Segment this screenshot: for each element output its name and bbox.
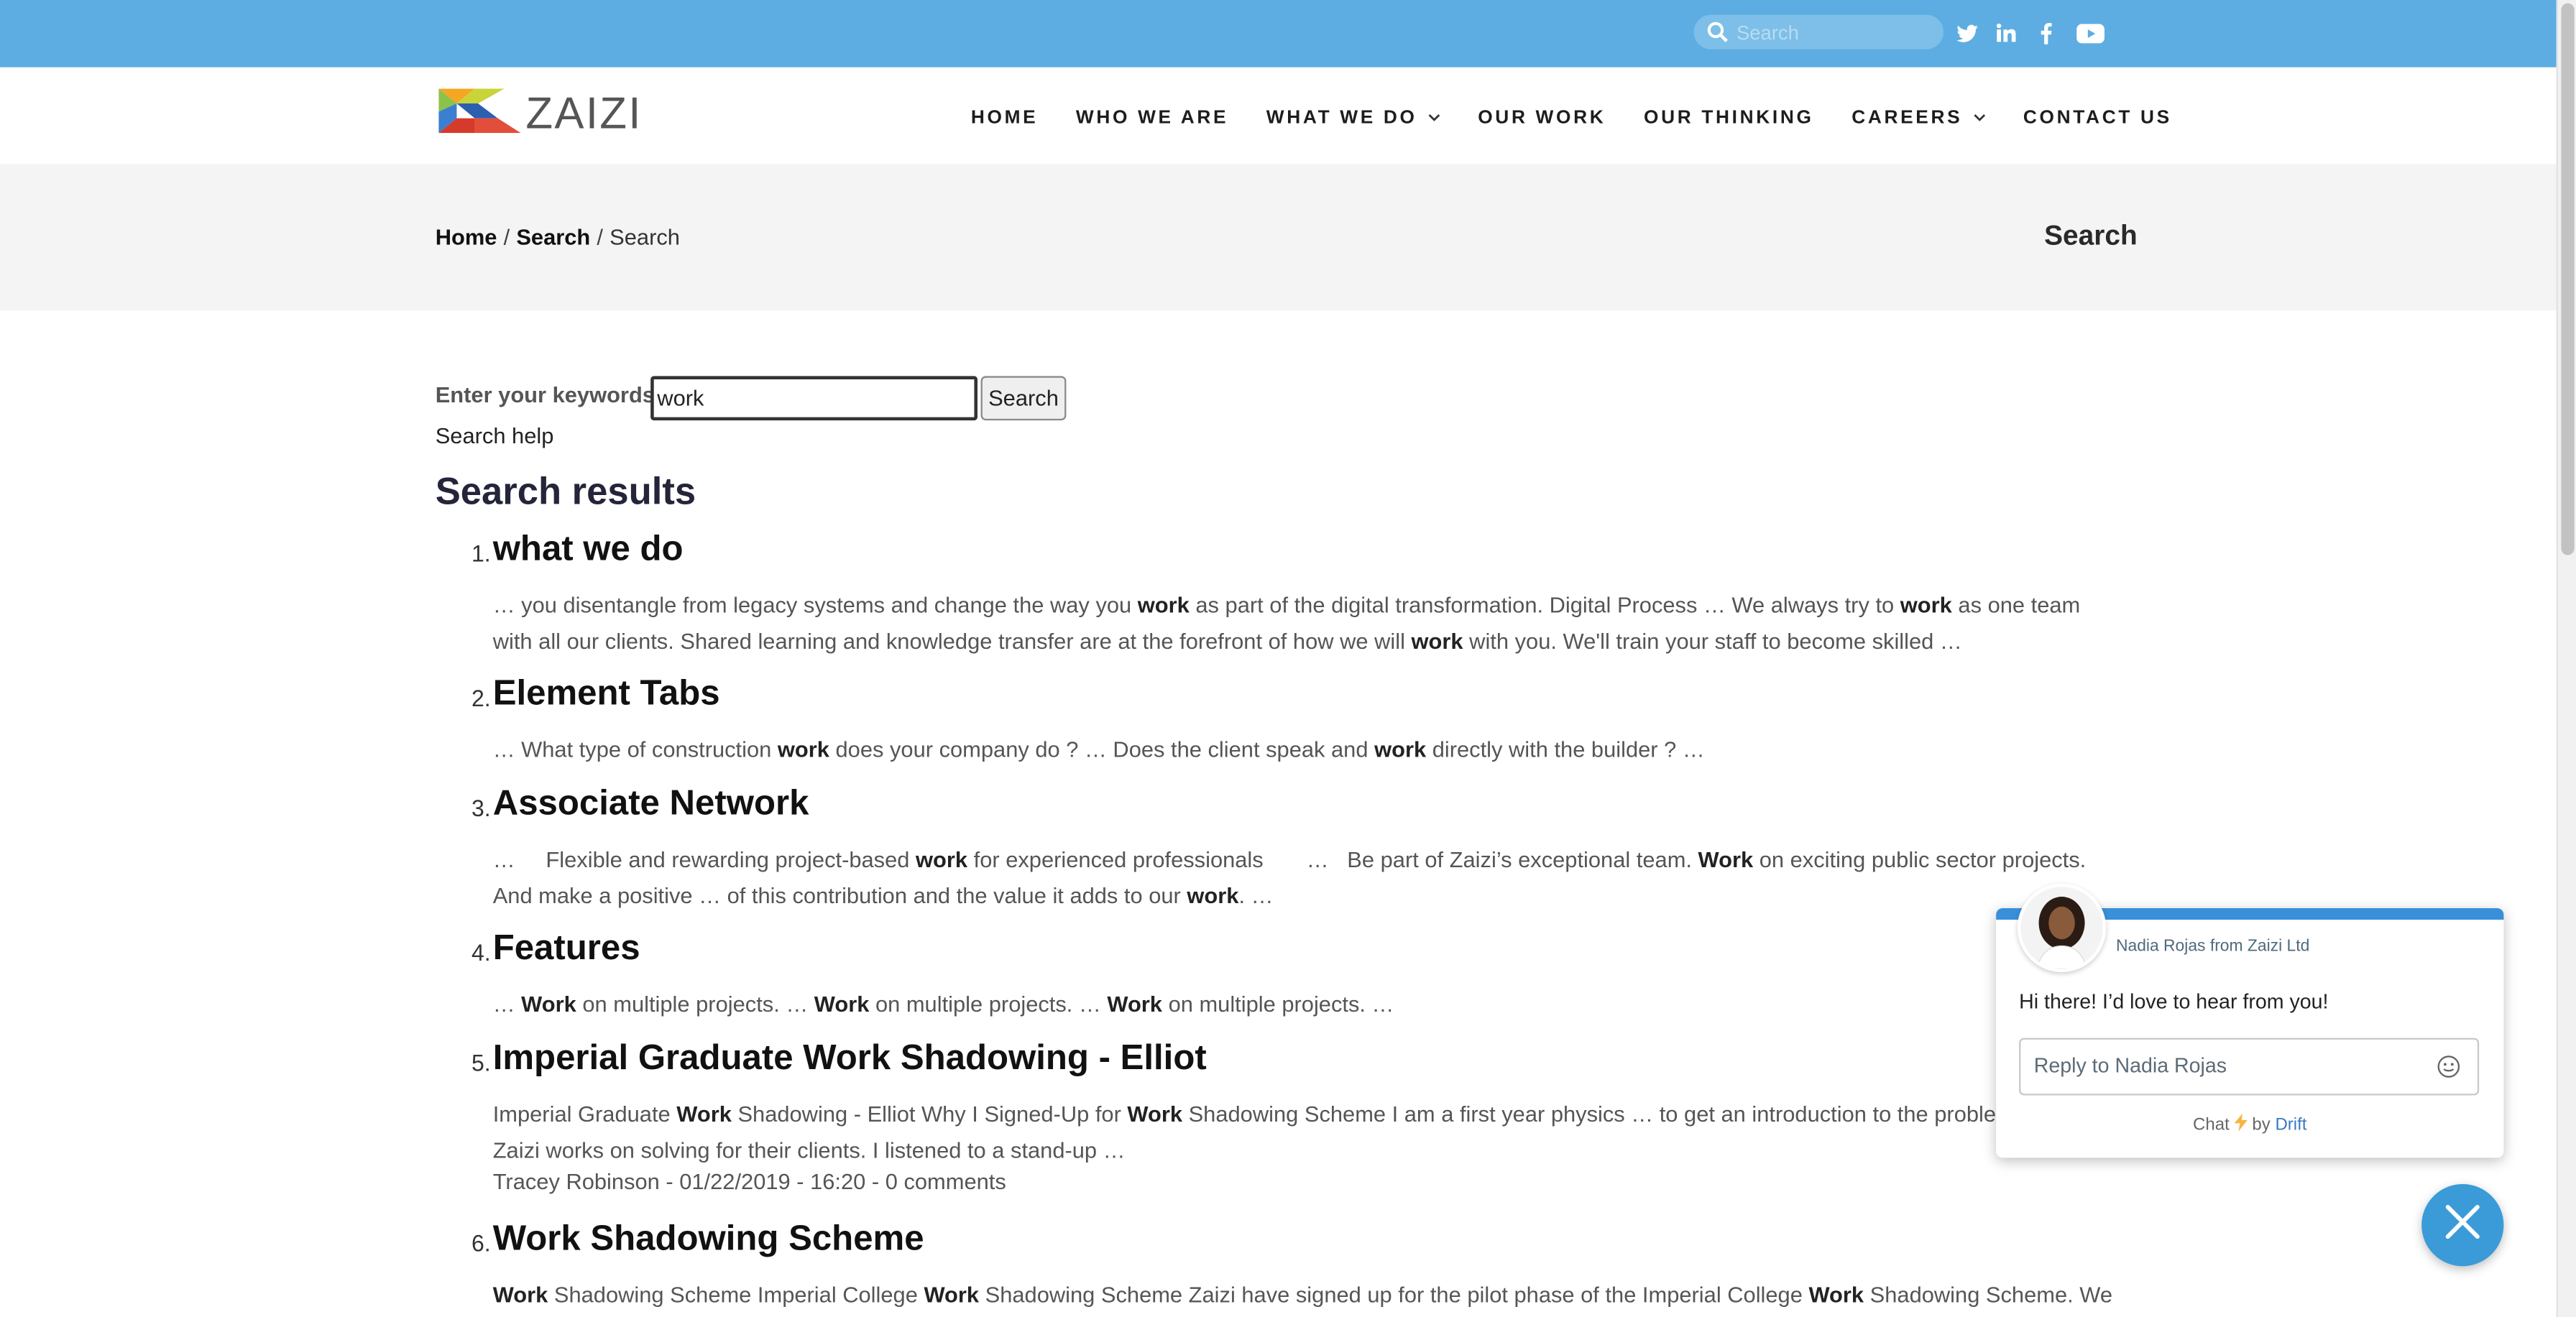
drift-link[interactable]: Drift xyxy=(2275,1115,2306,1135)
powered-prefix: Chat xyxy=(2193,1114,2230,1135)
chat-greeting: Hi there! I’d love to hear from you! xyxy=(2019,990,2329,1014)
youtube-icon[interactable] xyxy=(2075,19,2104,46)
search-help-link[interactable]: Search help xyxy=(436,424,554,448)
breadcrumb-home[interactable]: Home xyxy=(436,225,497,249)
result-title-link[interactable]: Element Tabs xyxy=(493,673,720,714)
linkedin-icon[interactable] xyxy=(1995,19,2018,46)
chevron-down-icon xyxy=(1972,108,1985,128)
result-title-link[interactable]: Features xyxy=(493,928,640,969)
chevron-down-icon xyxy=(1427,108,1440,128)
twitter-icon[interactable] xyxy=(1955,19,1978,46)
breadcrumb: Home / Search / Search xyxy=(436,225,680,249)
breadcrumb-band xyxy=(0,164,2557,310)
zaizi-logo[interactable]: ZAIZI xyxy=(438,88,678,138)
result-snippet: Work Shadowing Scheme Imperial College W… xyxy=(492,1283,2113,1308)
result-meta: Tracey Robinson - 01/22/2019 - 16:20 - 0… xyxy=(492,1169,1006,1194)
result-number: 1. xyxy=(471,540,491,567)
result-snippet: … Flexible and rewarding project-based w… xyxy=(492,847,2087,908)
result-snippet: … Work on multiple projects. … Work on m… xyxy=(492,992,1394,1017)
powered-by-drift: Chat by Drift xyxy=(1996,1113,2503,1135)
result-snippet: … What type of construction work does yo… xyxy=(492,737,1705,762)
result-snippet: Imperial Graduate Work Shadowing - Ellio… xyxy=(492,1101,2069,1163)
nav-our-work[interactable]: OUR WORK xyxy=(1478,107,1606,130)
result-title-link[interactable]: Work Shadowing Scheme xyxy=(493,1219,924,1260)
close-icon xyxy=(2444,1203,2480,1247)
chat-close-button[interactable] xyxy=(2421,1183,2504,1267)
page-root: ZAIZI HOME WHO WE ARE WHAT WE DO OUR WOR… xyxy=(0,0,2576,1317)
nav-what-we-do-label: WHAT WE DO xyxy=(1266,108,1417,129)
result-snippet: … you disentangle from legacy systems an… xyxy=(492,593,2081,654)
nav-our-work-label: OUR WORK xyxy=(1478,108,1606,129)
result-number: 2. xyxy=(471,685,491,711)
breadcrumb-search[interactable]: Search xyxy=(516,225,590,249)
keywords-input[interactable] xyxy=(650,376,978,421)
result-number: 5. xyxy=(471,1049,491,1076)
result-title-link[interactable]: Imperial Graduate Work Shadowing - Ellio… xyxy=(493,1038,1207,1079)
nav-what-we-do[interactable]: WHAT WE DO xyxy=(1266,107,1440,130)
top-search[interactable] xyxy=(1693,14,1944,51)
search-button[interactable]: Search xyxy=(980,376,1067,421)
breadcrumb-current: Search xyxy=(610,225,680,250)
scrollbar[interactable] xyxy=(2556,0,2576,1317)
breadcrumb-separator: / xyxy=(503,225,510,250)
result-title-link[interactable]: what we do xyxy=(493,529,684,570)
chat-reply-box[interactable] xyxy=(2019,1038,2480,1096)
result-number: 4. xyxy=(471,939,491,966)
result-number: 3. xyxy=(471,795,491,821)
main-nav: HOME WHO WE ARE WHAT WE DO OUR WORK OUR … xyxy=(971,107,2210,130)
nav-who-we-are[interactable]: WHO WE ARE xyxy=(1076,107,1228,130)
nav-careers-label: CAREERS xyxy=(1852,108,1963,129)
top-search-input[interactable] xyxy=(1736,18,1931,46)
emoji-icon[interactable] xyxy=(2437,1054,2461,1087)
results-heading: Search results xyxy=(435,469,696,513)
nav-contact-us[interactable]: CONTACT US xyxy=(2023,107,2172,130)
nav-our-thinking[interactable]: OUR THINKING xyxy=(1644,107,1814,130)
top-bar xyxy=(0,0,2557,68)
keywords-label: Enter your keywords xyxy=(435,382,655,407)
powered-by: by xyxy=(2252,1114,2271,1135)
chat-widget: Nadia Rojas from Zaizi Ltd Hi there! I’d… xyxy=(1996,883,2504,1158)
nav-home[interactable]: HOME xyxy=(971,107,1038,130)
avatar xyxy=(2017,883,2107,973)
nav-our-thinking-label: OUR THINKING xyxy=(1643,108,1814,129)
nav-careers[interactable]: CAREERS xyxy=(1852,107,1985,130)
logo-text: ZAIZI xyxy=(525,88,642,133)
result-title-link[interactable]: Associate Network xyxy=(493,783,809,824)
facebook-icon[interactable] xyxy=(2037,19,2053,46)
page-title: Search xyxy=(2044,220,2138,251)
chat-from: Nadia Rojas from Zaizi Ltd xyxy=(2115,938,2310,956)
nav-home-label: HOME xyxy=(970,108,1039,129)
nav-who-we-are-label: WHO WE ARE xyxy=(1075,108,1229,129)
search-icon xyxy=(1707,22,1729,51)
result-number: 6. xyxy=(471,1229,491,1257)
scrollbar-thumb[interactable] xyxy=(2561,3,2575,555)
bolt-icon xyxy=(2234,1113,2248,1135)
nav-contact-us-label: CONTACT US xyxy=(2023,108,2172,129)
chat-reply-input[interactable] xyxy=(2033,1050,2412,1081)
site-header: ZAIZI HOME WHO WE ARE WHAT WE DO OUR WOR… xyxy=(0,67,2557,165)
breadcrumb-separator: / xyxy=(597,225,604,250)
